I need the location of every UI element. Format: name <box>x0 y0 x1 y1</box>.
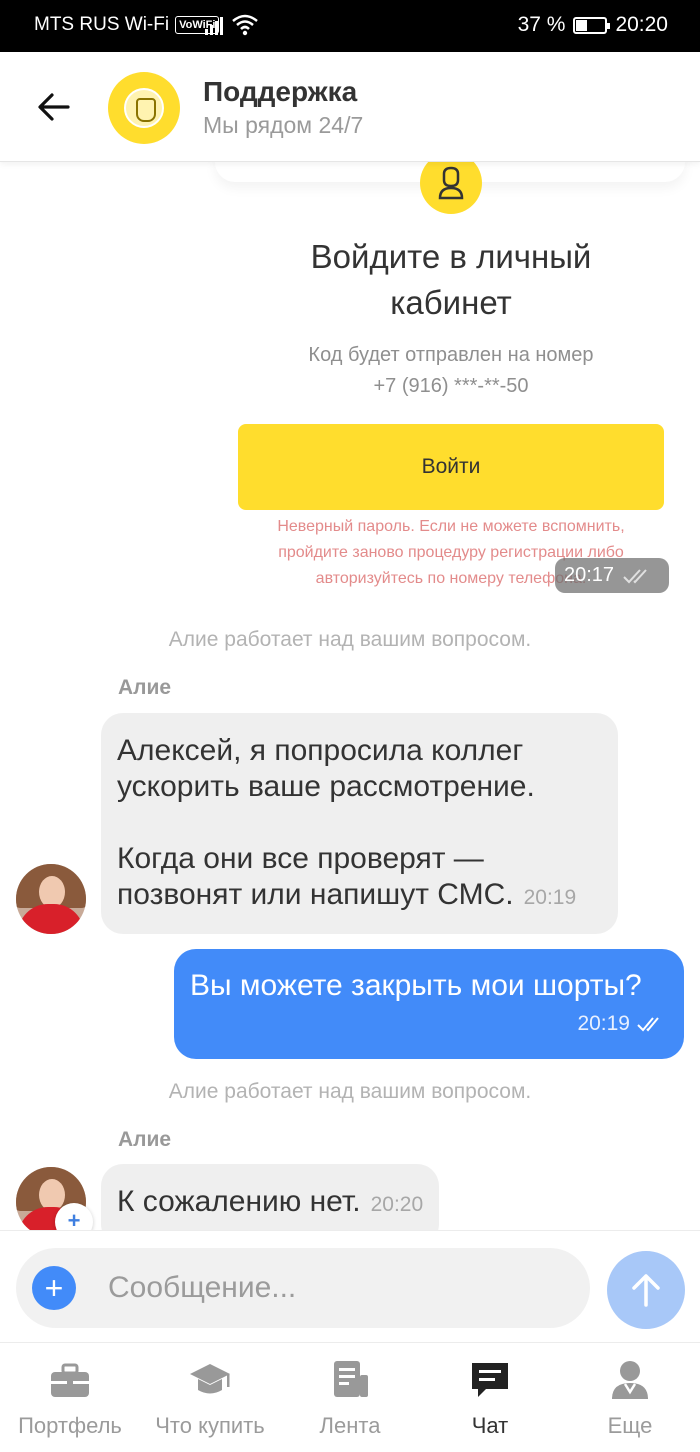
login-title-line: Войдите в личный <box>310 238 592 275</box>
message-last-line: позвонят или напишут СМС. 20:19 <box>117 877 602 916</box>
message-time: 20:19 <box>523 886 577 909</box>
message-text: ускорить ваше рассмотрение. <box>117 770 535 803</box>
incoming-message[interactable]: Алексей, я попросила коллег ускорить ваш… <box>101 713 618 934</box>
emblem-icon <box>124 88 164 128</box>
briefcase-icon <box>51 1363 89 1397</box>
clock: 20:20 <box>615 13 668 36</box>
nav-item-chat[interactable]: Чат <box>420 1343 560 1452</box>
chat-title: Поддержка <box>203 76 358 107</box>
status-bar: MTS RUS Wi-Fi VoWiFi 37 % 20:20 <box>0 0 700 52</box>
wifi-icon <box>232 14 258 36</box>
profile-icon <box>612 1361 648 1399</box>
bottom-navigation: Портфель Что купить Лента Чат Еще <box>0 1342 700 1452</box>
agent-avatar[interactable] <box>16 864 86 934</box>
graduation-cap-icon <box>190 1364 230 1394</box>
nav-item-what-to-buy[interactable]: Что купить <box>140 1343 280 1452</box>
system-note: Алие работает над вашим вопросом. <box>168 1080 532 1103</box>
battery-icon <box>573 16 611 34</box>
outgoing-message[interactable]: Вы можете закрыть мои шорты? 20:19 <box>174 949 684 1059</box>
error-line: Неверный пароль. Если не можете вспомнит… <box>277 518 625 535</box>
system-note: Алие работает над вашим вопросом. <box>168 628 532 651</box>
message-time: 20:19 <box>577 1012 630 1035</box>
nav-label: Лента <box>319 1413 381 1438</box>
carrier-info: MTS RUS Wi-Fi VoWiFi <box>34 14 220 36</box>
nav-item-portfolio[interactable]: Портфель <box>0 1343 140 1452</box>
arrow-up-icon <box>632 1274 660 1307</box>
nav-item-more[interactable]: Еще <box>560 1343 700 1452</box>
login-button[interactable]: Войти <box>238 424 664 510</box>
send-button[interactable] <box>607 1251 685 1329</box>
carrier-name: MTS RUS Wi-Fi <box>34 14 170 35</box>
chat-subtitle: Мы рядом 24/7 <box>203 112 364 138</box>
phone-number: +7 (916) ***-**-50 <box>373 375 529 397</box>
message-text: Вы можете закрыть мои шорты? <box>190 969 642 1002</box>
signal-icon <box>205 17 223 35</box>
avatar-plus-badge[interactable]: + <box>55 1203 93 1230</box>
message-text: К сожалению нет. <box>117 1185 361 1218</box>
timestamp-text: 20:17 <box>564 564 615 586</box>
news-feed-icon <box>334 1361 368 1397</box>
message-text: Когда они все проверят — <box>117 842 484 875</box>
battery-time: 37 % 20:20 <box>518 13 668 37</box>
nav-label: Портфель <box>18 1413 122 1438</box>
message-list[interactable]: Войдите в личный кабинет Код будет отпра… <box>0 162 700 1230</box>
nav-label: Чат <box>471 1413 509 1438</box>
incoming-message[interactable]: К сожалению нет. 20:20 <box>101 1164 440 1230</box>
double-check-icon <box>623 568 647 583</box>
nav-label: Что купить <box>155 1413 265 1438</box>
back-arrow-icon[interactable] <box>34 87 74 127</box>
battery-percent: 37 % <box>517 13 566 36</box>
message-timestamp: 20:17 <box>555 558 669 593</box>
message-text: позвонят или напишут СМС. <box>117 878 514 911</box>
nav-label: Еще <box>607 1413 653 1438</box>
message-input[interactable] <box>108 1268 578 1308</box>
login-card-title: Войдите в личный кабинет <box>240 234 662 326</box>
chat-screen: MTS RUS Wi-Fi VoWiFi 37 % 20:20 Поддержк… <box>0 0 700 1452</box>
nav-item-feed[interactable]: Лента <box>280 1343 420 1452</box>
login-card-note: Код будет отправлен на номер +7 (916) **… <box>240 340 662 402</box>
sender-name: Алие <box>118 676 172 699</box>
message-time: 20:20 <box>370 1193 424 1216</box>
chat-header: Поддержка Мы рядом 24/7 <box>0 52 700 162</box>
chat-icon <box>472 1363 508 1397</box>
bank-logo[interactable] <box>108 72 180 144</box>
double-check-icon <box>637 1017 659 1032</box>
sender-name: Алие <box>118 1128 172 1151</box>
user-lock-icon <box>420 162 482 214</box>
message-meta: 20:19 <box>577 1005 666 1043</box>
login-title-line: кабинет <box>390 284 512 321</box>
attach-plus-icon[interactable]: + <box>32 1266 76 1310</box>
message-text: Алексей, я попросила коллег <box>117 734 524 767</box>
login-note-line: Код будет отправлен на номер <box>308 344 594 366</box>
message-composer: + <box>0 1230 700 1342</box>
message-field-container: + <box>16 1248 590 1328</box>
